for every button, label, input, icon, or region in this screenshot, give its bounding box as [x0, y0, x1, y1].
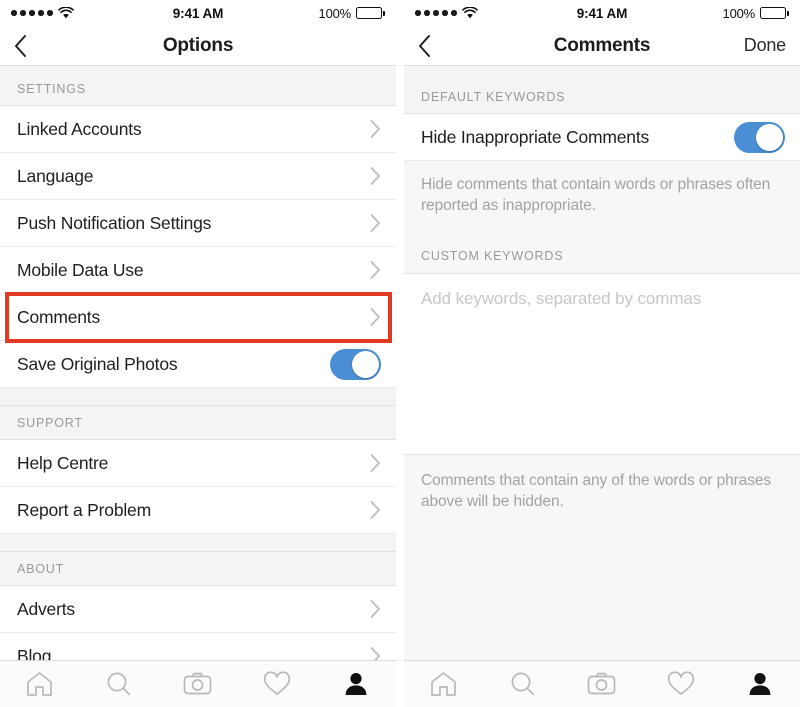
status-bar-right-group: 100%: [319, 6, 385, 21]
row-label: Save Original Photos: [17, 353, 178, 374]
chevron-right-icon: [370, 261, 380, 279]
section-gap: [404, 216, 800, 243]
tab-activity[interactable]: [238, 671, 317, 697]
tab-activity[interactable]: [642, 671, 721, 697]
row-label: Language: [17, 165, 94, 186]
status-bar-right-group: 100%: [723, 6, 789, 21]
left-screen-options: 9:41 AM 100% Options SETTINGS Linked Acc…: [0, 0, 396, 707]
chevron-right-icon: [370, 167, 380, 185]
row-linked-accounts[interactable]: Linked Accounts: [0, 106, 396, 153]
chevron-right-icon: [370, 647, 380, 660]
tab-camera[interactable]: [158, 671, 237, 697]
chevron-right-icon: [370, 600, 380, 618]
row-label: Report a Problem: [17, 499, 151, 520]
row-label: Linked Accounts: [17, 118, 142, 139]
chevron-left-icon: [419, 34, 430, 57]
row-blog[interactable]: Blog: [0, 633, 396, 660]
search-icon: [511, 672, 535, 696]
chevron-right-icon: [370, 454, 380, 472]
chevron-left-icon: [15, 34, 26, 57]
row-hide-inappropriate-comments[interactable]: Hide Inappropriate Comments: [404, 114, 800, 161]
row-label: Blog: [17, 645, 52, 661]
row-mobile-data-use[interactable]: Mobile Data Use: [0, 247, 396, 294]
page-title: Options: [162, 34, 234, 56]
page-title: Comments: [553, 34, 651, 56]
section-header-settings: SETTINGS: [0, 66, 396, 106]
right-screen-comments: 9:41 AM 100% Comments Done DEFAULT KEYWO…: [404, 0, 800, 707]
nav-bar-options: Options: [0, 26, 396, 66]
tab-search[interactable]: [483, 671, 562, 697]
tab-bar-right: [404, 660, 800, 707]
heart-icon: [668, 671, 695, 695]
battery-full-icon: [356, 7, 385, 19]
battery-percent-label: 100%: [318, 5, 352, 21]
tab-home[interactable]: [404, 671, 483, 697]
row-save-original-photos[interactable]: Save Original Photos: [0, 341, 396, 388]
profile-icon: [749, 673, 771, 695]
section-header-about: ABOUT: [0, 552, 396, 586]
camera-icon: [588, 672, 616, 695]
screen-divider: [396, 0, 404, 707]
row-adverts[interactable]: Adverts: [0, 586, 396, 633]
battery-percent-label: 100%: [722, 5, 756, 21]
section-gap: [0, 534, 396, 552]
battery-full-icon: [760, 7, 789, 19]
tab-profile[interactable]: [721, 671, 800, 697]
chevron-right-icon: [370, 120, 380, 138]
row-label: Mobile Data Use: [17, 259, 144, 280]
home-icon: [27, 672, 52, 696]
custom-keywords-footnote: Comments that contain any of the words o…: [404, 454, 800, 513]
row-help-centre[interactable]: Help Centre: [0, 440, 396, 487]
chevron-right-icon: [370, 214, 380, 232]
chevron-right-icon: [370, 501, 380, 519]
back-button[interactable]: [418, 31, 444, 61]
tab-home[interactable]: [0, 671, 79, 697]
comments-settings-list: DEFAULT KEYWORDS Hide Inappropriate Comm…: [404, 66, 800, 660]
save-original-photos-toggle[interactable]: [330, 348, 381, 380]
row-comments[interactable]: Comments: [0, 294, 396, 341]
row-push-notification-settings[interactable]: Push Notification Settings: [0, 200, 396, 247]
status-bar-left: 9:41 AM 100%: [0, 0, 396, 26]
comments-row-wrapper: Comments: [0, 292, 396, 343]
profile-icon: [345, 673, 367, 695]
tab-profile[interactable]: [317, 671, 396, 697]
tab-search[interactable]: [79, 671, 158, 697]
default-keywords-description: Hide comments that contain words or phra…: [404, 161, 800, 217]
row-label: Adverts: [17, 598, 75, 619]
heart-icon: [264, 671, 291, 695]
status-bar-right: 9:41 AM 100%: [404, 0, 800, 26]
custom-keywords-input[interactable]: Add keywords, separated by commas: [404, 272, 800, 455]
section-gap: [0, 388, 396, 406]
search-icon: [107, 672, 131, 696]
row-label: Hide Inappropriate Comments: [421, 126, 650, 147]
row-label: Comments: [17, 306, 101, 327]
row-label: Help Centre: [17, 452, 109, 473]
camera-icon: [184, 672, 212, 695]
nav-bar-comments: Comments Done: [404, 26, 800, 66]
section-header-default-keywords: DEFAULT KEYWORDS: [404, 66, 800, 114]
section-header-support: SUPPORT: [0, 406, 396, 440]
chevron-right-icon: [370, 308, 380, 326]
hide-inappropriate-comments-toggle[interactable]: [734, 121, 785, 153]
options-list: SETTINGS Linked Accounts Language Push N…: [0, 66, 396, 660]
tab-bar-left: [0, 660, 396, 707]
tab-camera[interactable]: [562, 671, 641, 697]
row-label: Push Notification Settings: [17, 212, 212, 233]
done-button[interactable]: Done: [744, 35, 786, 56]
row-language[interactable]: Language: [0, 153, 396, 200]
back-button[interactable]: [14, 31, 40, 61]
row-report-a-problem[interactable]: Report a Problem: [0, 487, 396, 534]
section-header-custom-keywords: CUSTOM KEYWORDS: [404, 242, 800, 273]
dual-screenshot-container: 9:41 AM 100% Options SETTINGS Linked Acc…: [0, 0, 800, 707]
home-icon: [431, 672, 456, 696]
